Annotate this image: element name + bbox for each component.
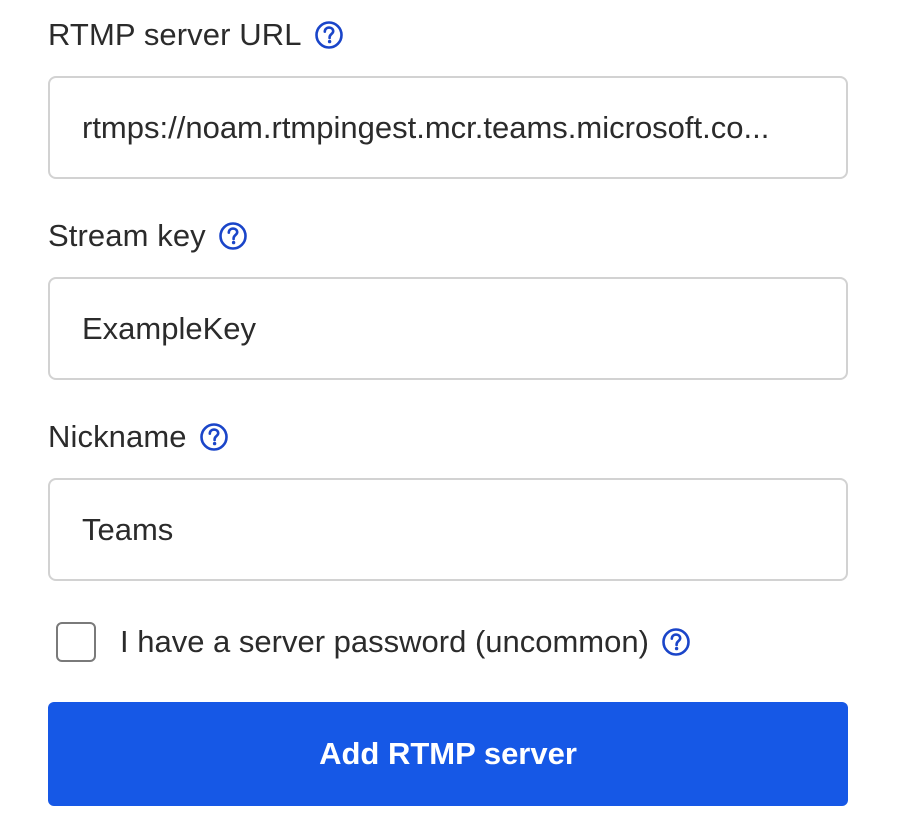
nickname-label: Nickname [48,419,187,454]
server-password-label[interactable]: I have a server password (uncommon) [120,624,649,660]
rtmp-url-input[interactable] [48,76,848,179]
server-password-option: I have a server password (uncommon) [56,622,691,662]
nickname-input[interactable] [48,478,848,581]
stream-key-input[interactable] [48,277,848,380]
stream-key-label-row: Stream key [48,218,848,253]
question-circle-icon[interactable] [314,20,344,50]
nickname-label-row: Nickname [48,419,848,454]
question-circle-icon[interactable] [661,627,691,657]
rtmp-url-label: RTMP server URL [48,17,302,52]
stream-key-label: Stream key [48,218,206,253]
rtmp-url-label-row: RTMP server URL [48,17,848,52]
add-rtmp-server-button[interactable]: Add RTMP server [48,702,848,806]
rtmp-server-form: RTMP server URL Stream key Nickname [48,0,848,581]
server-password-checkbox[interactable] [56,622,96,662]
question-circle-icon[interactable] [218,221,248,251]
add-rtmp-server-button-label: Add RTMP server [319,736,577,771]
question-circle-icon[interactable] [199,422,229,452]
